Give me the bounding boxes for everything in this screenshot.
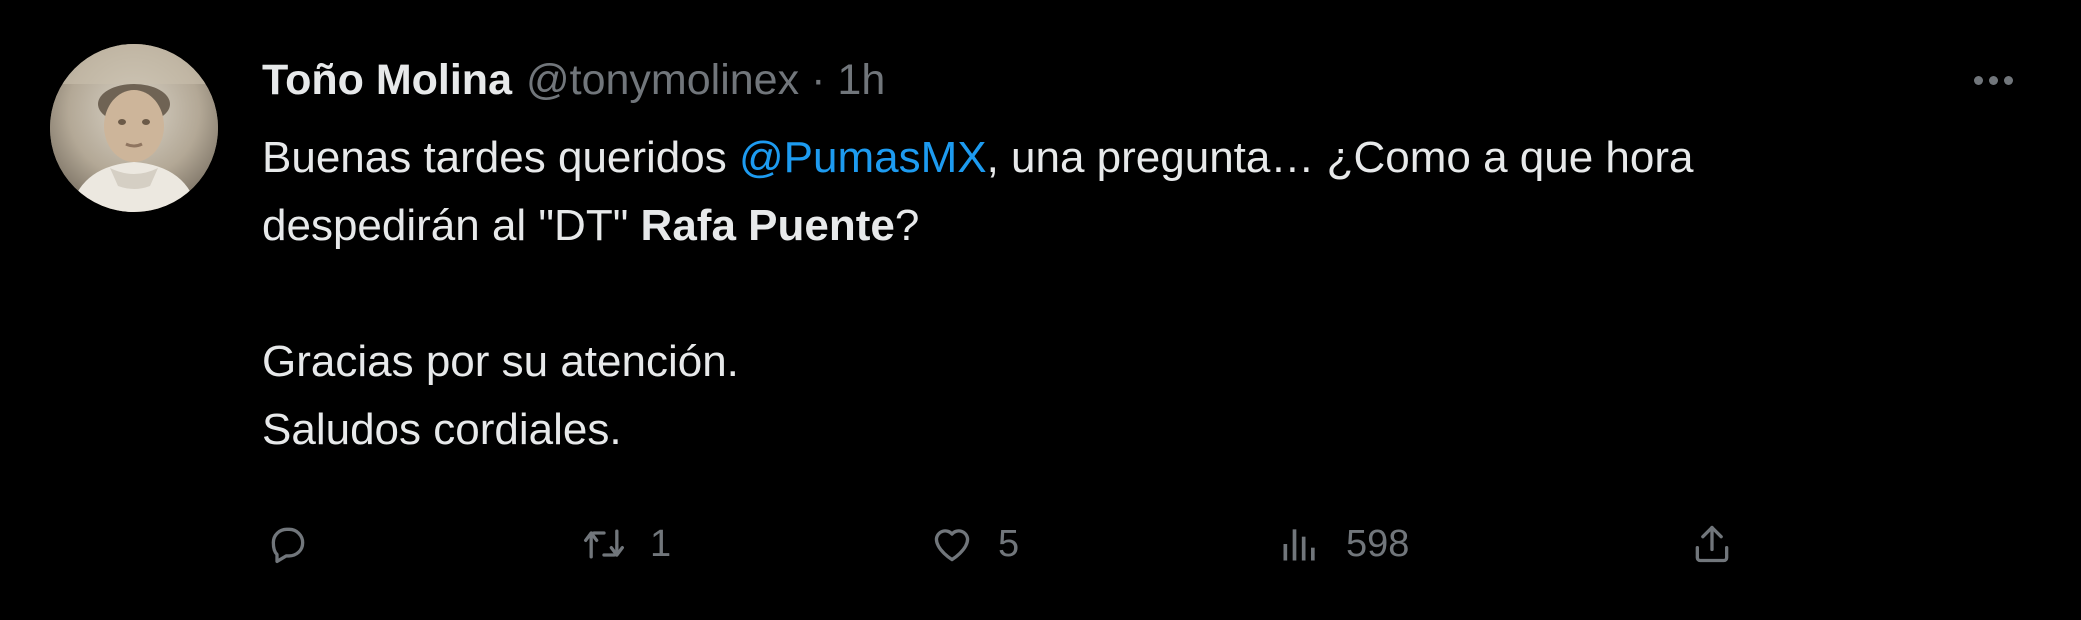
views-count: 598 bbox=[1346, 522, 1410, 565]
share-icon bbox=[1686, 518, 1738, 570]
tweet[interactable]: Toño Molina @tonymolinex · 1h Buenas tar… bbox=[0, 0, 2081, 620]
tweet-line-1: Buenas tardes queridos @PumasMX, una pre… bbox=[262, 124, 2002, 192]
tweet-line-3: Gracias por su atención. bbox=[262, 337, 739, 386]
views-icon bbox=[1274, 518, 1326, 570]
like-count: 5 bbox=[998, 522, 1020, 565]
tweet-text-segment: Buenas tardes queridos bbox=[262, 133, 739, 182]
mention-link[interactable]: @PumasMX bbox=[739, 133, 987, 182]
tweet-line-4: Saludos cordiales. bbox=[262, 405, 622, 454]
more-dot bbox=[2003, 75, 2013, 85]
share-button[interactable] bbox=[1686, 512, 1738, 576]
tweet-text-segment: , una pregunta… ¿Como a que hora bbox=[986, 133, 1694, 182]
retweet-button[interactable]: 1 bbox=[578, 512, 671, 576]
tweet-timestamp[interactable]: 1h bbox=[837, 52, 885, 108]
heart-icon bbox=[926, 518, 978, 570]
tweet-text: Buenas tardes queridos @PumasMX, una pre… bbox=[262, 124, 2002, 464]
author-handle[interactable]: @tonymolinex bbox=[526, 52, 799, 108]
tweet-line-2: despedirán al "DT" Rafa Puente? bbox=[262, 192, 2002, 260]
like-button[interactable]: 5 bbox=[926, 512, 1019, 576]
reply-button[interactable] bbox=[262, 512, 334, 576]
retweet-icon bbox=[578, 518, 630, 570]
more-dot bbox=[1988, 75, 1998, 85]
more-dot bbox=[1973, 75, 1983, 85]
retweet-count: 1 bbox=[650, 522, 672, 565]
more-icon[interactable] bbox=[1955, 52, 2031, 108]
tweet-header: Toño Molina @tonymolinex · 1h bbox=[262, 52, 885, 108]
tweet-text-segment: ? bbox=[894, 201, 920, 250]
avatar-image bbox=[50, 44, 218, 212]
header-separator: · bbox=[811, 56, 826, 104]
tweet-actions: 1 5 598 bbox=[262, 512, 2022, 576]
author-name[interactable]: Toño Molina bbox=[262, 52, 512, 108]
reply-icon bbox=[262, 518, 314, 570]
bold-text: Rafa Puente bbox=[640, 201, 895, 250]
tweet-text-segment: despedirán al "DT" bbox=[262, 201, 641, 250]
views-button[interactable]: 598 bbox=[1274, 512, 1409, 576]
avatar[interactable] bbox=[50, 44, 218, 212]
